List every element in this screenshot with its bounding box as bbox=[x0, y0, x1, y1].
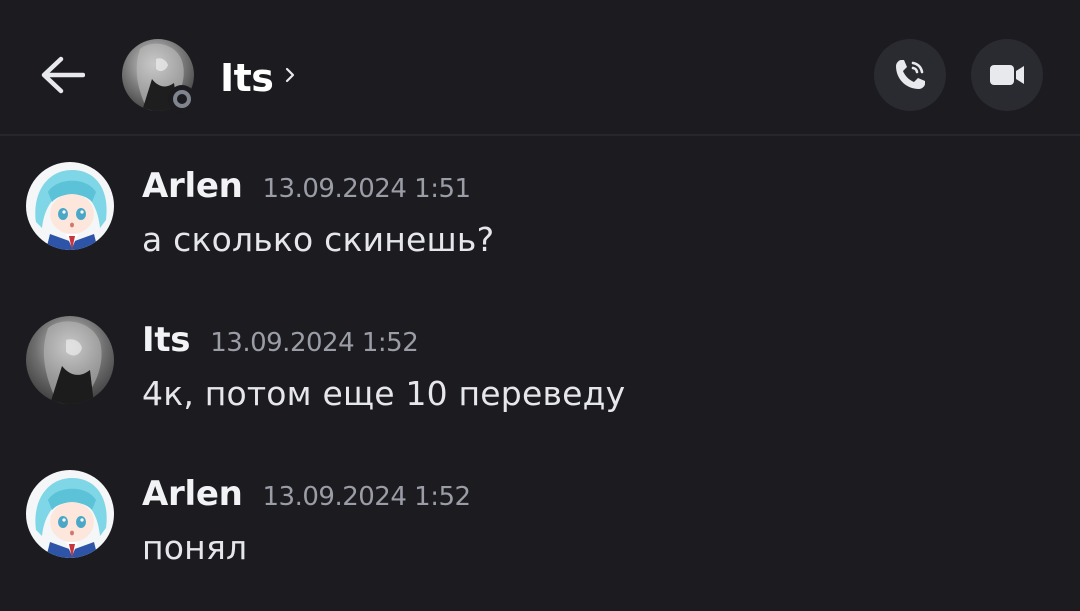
message-author[interactable]: Its bbox=[142, 320, 191, 360]
video-call-button[interactable] bbox=[971, 39, 1043, 111]
message-timestamp: 13.09.2024 1:51 bbox=[262, 174, 472, 204]
message-timestamp: 13.09.2024 1:52 bbox=[262, 482, 472, 512]
arlen-avatar-image bbox=[26, 470, 114, 558]
user-avatar[interactable] bbox=[26, 162, 114, 250]
chevron-right-icon bbox=[286, 67, 295, 83]
message-text: понял bbox=[142, 528, 248, 567]
message-author[interactable]: Arlen bbox=[142, 474, 243, 514]
message-item[interactable]: Arlen 13.09.2024 1:52 понял bbox=[0, 470, 1080, 590]
message-text: а сколько скинешь? bbox=[142, 220, 495, 259]
message-author[interactable]: Arlen bbox=[142, 166, 243, 206]
phone-call-icon bbox=[896, 60, 925, 89]
message-header: Arlen 13.09.2024 1:51 bbox=[142, 166, 471, 210]
user-avatar[interactable] bbox=[26, 470, 114, 558]
chat-title-button[interactable]: Its bbox=[220, 52, 297, 104]
back-button[interactable] bbox=[34, 50, 90, 100]
message-item[interactable]: Its 13.09.2024 1:52 4к, потом еще 10 пер… bbox=[0, 316, 1080, 436]
message-text: 4к, потом еще 10 переведу bbox=[142, 374, 626, 413]
status-indicator bbox=[168, 85, 196, 113]
message-timestamp: 13.09.2024 1:52 bbox=[210, 328, 419, 358]
chat-title: Its bbox=[220, 56, 274, 100]
message-header: Its 13.09.2024 1:52 bbox=[142, 320, 419, 364]
offline-status-icon bbox=[173, 90, 191, 108]
its-avatar-image bbox=[26, 316, 114, 404]
arlen-avatar-image bbox=[26, 162, 114, 250]
user-avatar[interactable] bbox=[26, 316, 114, 404]
video-camera-icon bbox=[990, 65, 1024, 85]
header-avatar[interactable] bbox=[122, 39, 196, 113]
message-item[interactable]: Arlen 13.09.2024 1:51 а сколько скинешь? bbox=[0, 162, 1080, 282]
voice-call-button[interactable] bbox=[874, 39, 946, 111]
chat-header: Its bbox=[0, 0, 1080, 136]
message-header: Arlen 13.09.2024 1:52 bbox=[142, 474, 471, 518]
arrow-left-icon bbox=[41, 56, 85, 94]
